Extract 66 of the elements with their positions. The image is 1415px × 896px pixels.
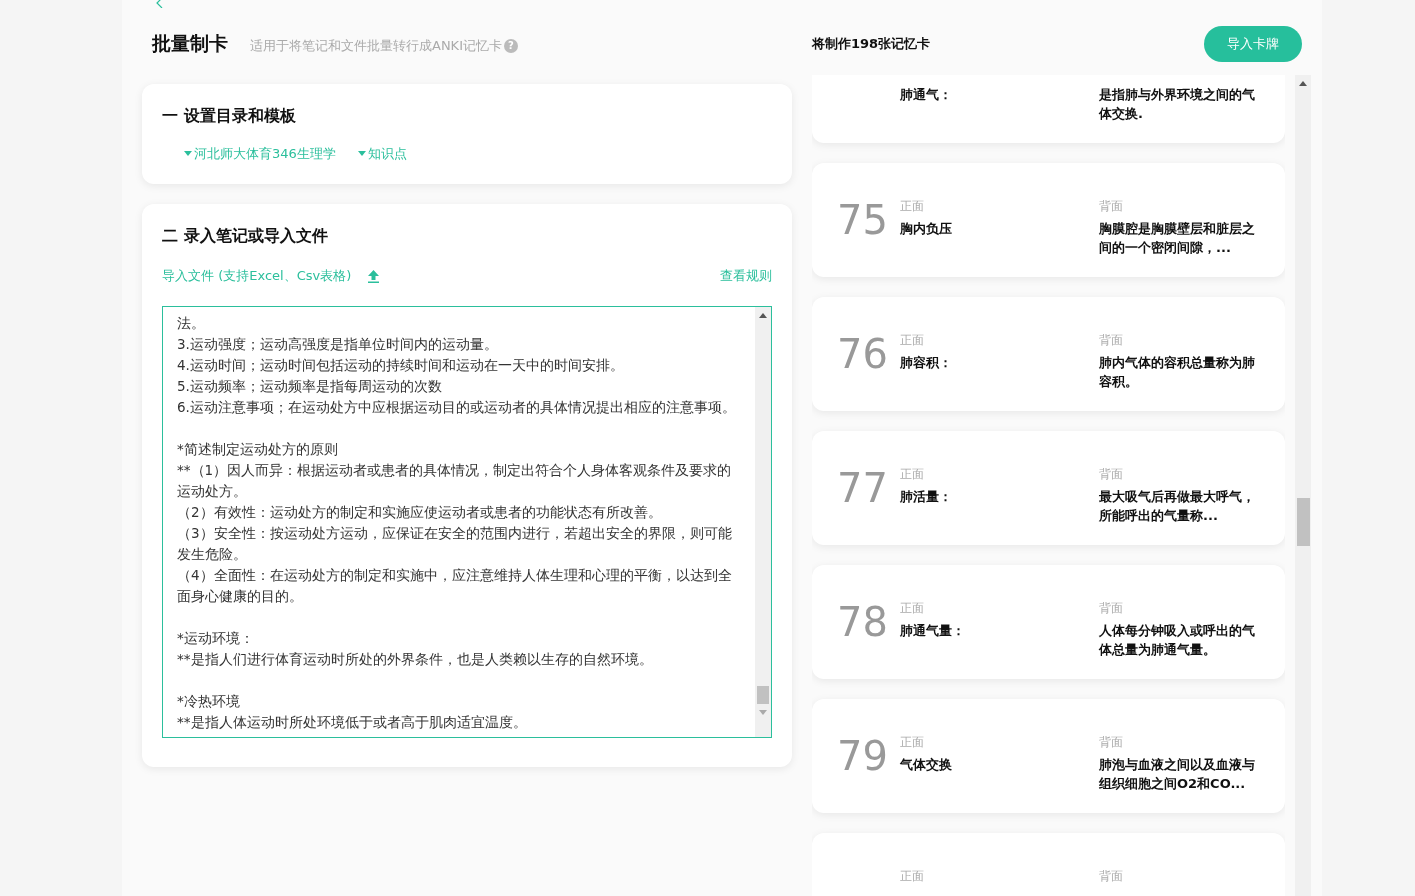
back-label: 背面	[1099, 333, 1123, 347]
note-line: **是指人们进行体育运动时所处的外界条件，也是人类赖以生存的自然环境。	[177, 649, 654, 669]
note-line: （2）有效性：运动处方的制定和实施应使运动者或患者的功能状态有所改善。	[177, 502, 663, 522]
caret-icon	[357, 151, 366, 157]
front-text: 气体交换	[900, 756, 953, 774]
back-label: 背面	[1099, 199, 1123, 213]
card-number: 76	[837, 334, 888, 374]
section-title: 二 录入笔记或导入文件	[162, 225, 329, 247]
note-line: *简述制定运动处方的原则	[177, 439, 339, 459]
folder-dropdown[interactable]: 河北师大体育346生理学	[184, 144, 336, 164]
back-text: 是指肺与外界环境之间的气体交换.	[1099, 86, 1256, 123]
card-number: 75	[837, 200, 888, 240]
section-title: 一 设置目录和模板	[162, 105, 297, 127]
scroll-thumb[interactable]	[1296, 498, 1310, 546]
scroll-down-icon[interactable]	[759, 709, 767, 715]
scrollbar[interactable]	[1295, 75, 1311, 896]
note-line: 法。	[177, 313, 206, 333]
front-label: 正面	[900, 735, 924, 749]
note-line: *运动环境：	[177, 628, 255, 648]
card-number: 77	[837, 468, 888, 508]
import-cards-button[interactable]: 导入卡牌	[1204, 25, 1302, 62]
card-number: 78	[837, 602, 888, 642]
card-count: 将制作198张记忆卡	[812, 34, 931, 53]
front-label: 正面	[900, 869, 924, 883]
back-icon[interactable]	[156, 0, 164, 8]
back-text: 人体每分钟吸入或呼出的气体总量为肺通气量。	[1099, 622, 1256, 659]
note-line: 5.运动频率；运动频率是指每周运动的次数	[177, 376, 443, 396]
back-text: 肺泡与血液之间以及血液与组织细胞之间O2和CO...	[1099, 756, 1256, 793]
import-file-link[interactable]: 导入文件 (支持Excel、Csv表格)	[162, 266, 352, 286]
note-line: 3.运动强度；运动高强度是指单位时间内的运动量。	[177, 334, 499, 354]
front-text: 肺活量：	[900, 488, 953, 506]
back-text: 最大吸气后再做最大呼气，所能呼出的气量称...	[1099, 488, 1256, 525]
note-line: **是指人体运动时所处环境低于或者高于肌肉适宜温度。	[177, 712, 528, 732]
caret-icon	[184, 151, 192, 157]
back-label: 背面	[1099, 601, 1123, 615]
back-label: 背面	[1099, 869, 1123, 883]
upload-icon[interactable]	[367, 268, 381, 283]
scroll-thumb[interactable]	[757, 685, 769, 704]
back-text: 胸膜腔是胸膜壁层和脏层之间的一个密闭间隙，...	[1099, 220, 1256, 257]
note-line: （3）安全性：按运动处方运动，应保证在安全的范围内进行，若超出安全的界限，则可能发生危险。	[177, 523, 733, 564]
help-icon[interactable]: ?	[504, 38, 518, 53]
page-title: 批量制卡	[152, 31, 228, 57]
page-subtitle: 适用于将笔记和文件批量转行成ANKI记忆卡	[250, 36, 502, 55]
back-label: 背面	[1099, 735, 1123, 749]
scrollbar[interactable]	[755, 306, 771, 737]
scroll-up-icon[interactable]	[1299, 81, 1307, 86]
view-rules-link[interactable]: 查看规则	[720, 266, 772, 286]
front-text: 肺通气量：	[900, 622, 966, 640]
note-line: *冷热环境	[177, 691, 241, 711]
front-label: 正面	[900, 467, 924, 481]
back-label: 背面	[1099, 467, 1123, 481]
front-label: 正面	[900, 333, 924, 347]
note-line: 4.运动时间；运动时间包括运动的持续时间和运动在一天中的时间安排。	[177, 355, 625, 375]
notes-input-field[interactable]	[162, 305, 772, 738]
front-text: 肺容积：	[900, 354, 953, 372]
front-text: 肺通气：	[900, 86, 953, 104]
back-text: 肺内气体的容积总量称为肺容积。	[1099, 354, 1256, 391]
note-line: （4）全面性：在运动处方的制定和实施中，应注意维持人体生理和心理的平衡，以达到全面身心健康的目的。	[177, 565, 733, 606]
folder-dropdown[interactable]: 知识点	[357, 144, 407, 164]
front-label: 正面	[900, 601, 924, 615]
card-number: 79	[837, 736, 888, 776]
note-line: 6.运动注意事项；在运动处方中应根据运动目的或运动者的具体情况提出相应的注意事项。	[177, 397, 737, 417]
front-text: 胸内负压	[900, 220, 953, 238]
front-label: 正面	[900, 199, 924, 213]
scroll-up-icon[interactable]	[759, 312, 767, 318]
note-line: **（1）因人而异：根据运动者或患者的具体情况，制定出符合个人身体客观条件及要求的运动处方。	[177, 460, 733, 501]
